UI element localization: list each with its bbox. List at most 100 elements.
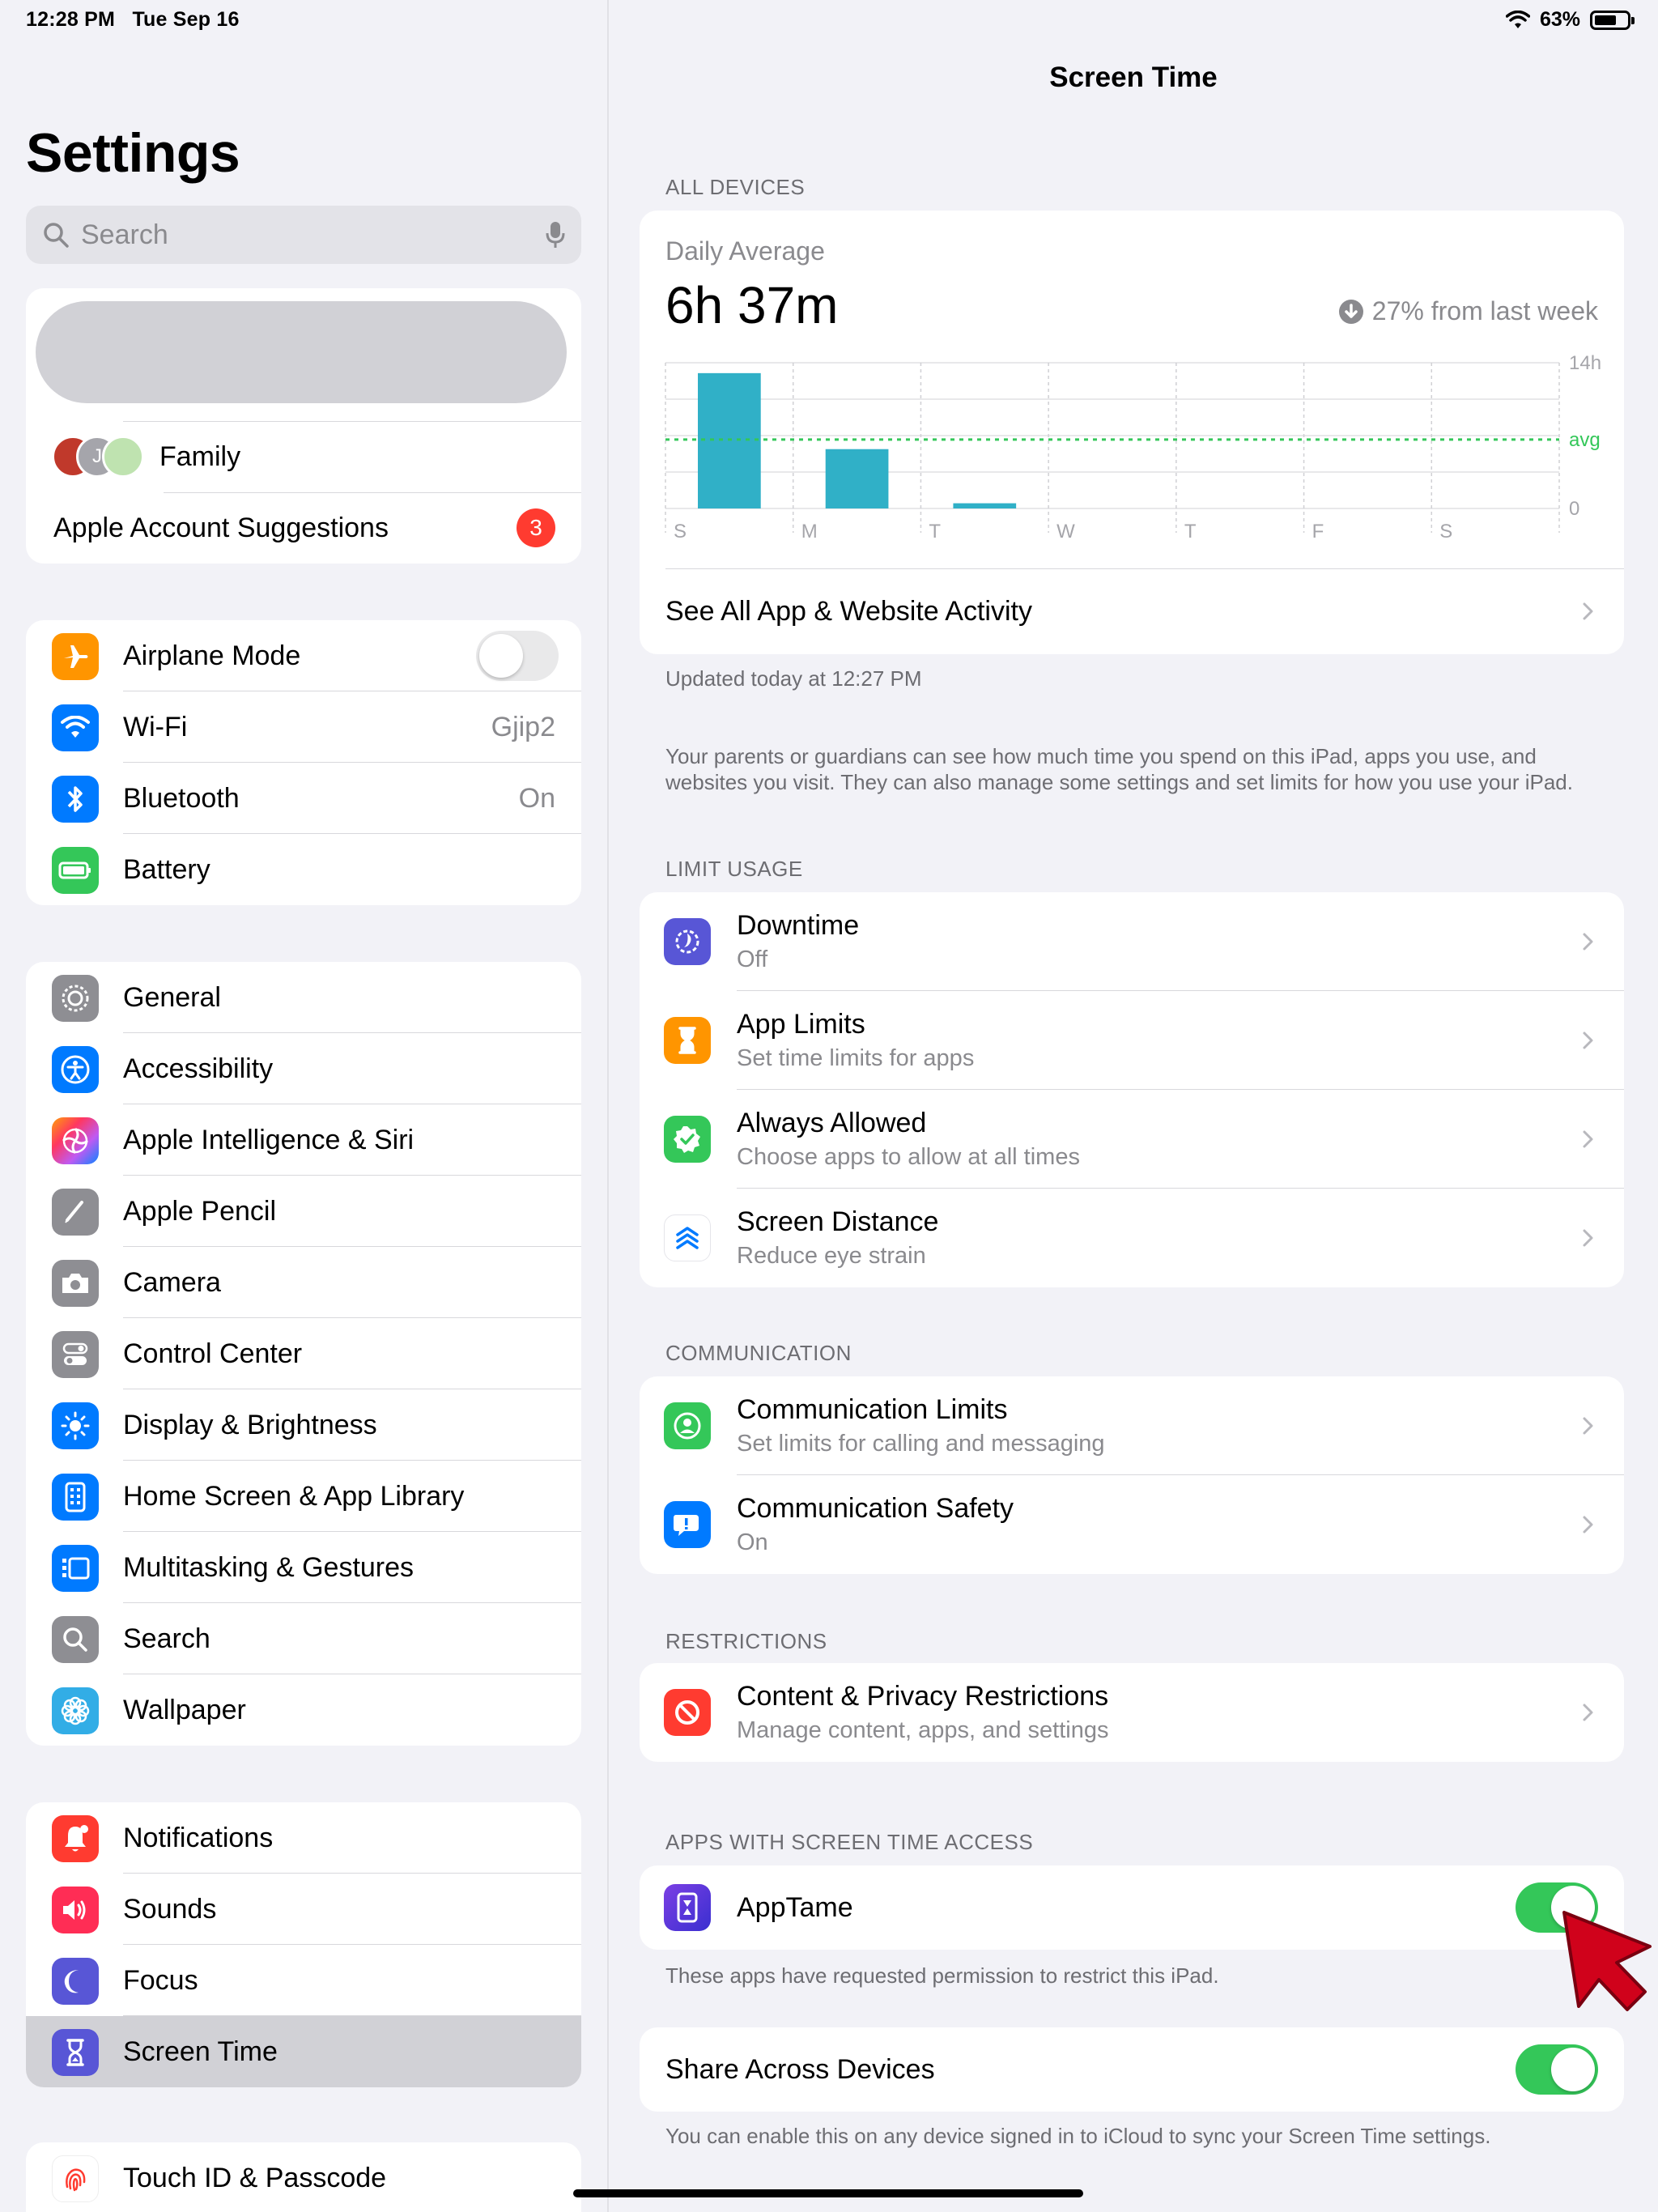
pencil-icon (52, 1189, 99, 1236)
chart-y-tick-label: 0 (1569, 498, 1579, 520)
sidebar-item-apple-intelligence-siri[interactable]: Apple Intelligence & Siri (26, 1104, 581, 1176)
sidebar-item-label: Accessibility (123, 1053, 274, 1084)
row-title: App Limits (737, 1009, 865, 1040)
sidebar-item-label: Display & Brightness (123, 1409, 377, 1440)
brightness-icon (52, 1402, 99, 1449)
chart-day-label: S (1439, 521, 1452, 542)
sidebar-item-camera[interactable]: Camera (26, 1247, 581, 1318)
chevron-right-icon (1583, 1130, 1593, 1148)
screen-distance-row[interactable]: Screen Distance Reduce eye strain (640, 1189, 1624, 1287)
communication-limits-row[interactable]: Communication Limits Set limits for call… (640, 1376, 1624, 1475)
sidebar-item-label: Camera (123, 1266, 221, 1298)
row-title: Always Allowed (737, 1108, 927, 1138)
section-header-communication: COMMUNICATION (665, 1341, 852, 1365)
see-all-activity-row[interactable]: See All App & Website Activity (640, 569, 1624, 653)
apptame-icon (664, 1884, 711, 1931)
chevron-right-icon (1583, 1032, 1593, 1049)
sidebar-item-label: Search (123, 1623, 210, 1654)
row-subtitle: Choose apps to allow at all times (737, 1144, 1080, 1170)
family-row[interactable]: J Family (26, 421, 581, 492)
battery-percentage: 63% (1539, 8, 1580, 31)
section-header-limit-usage: LIMIT USAGE (665, 857, 803, 881)
bell-icon (52, 1815, 99, 1862)
share-across-devices-note: You can enable this on any device signed… (665, 2124, 1491, 2148)
restrictions-card: Content & Privacy Restrictions Manage co… (640, 1663, 1624, 1762)
suggestions-badge-count: 3 (529, 515, 542, 540)
search-placeholder: Search (81, 219, 168, 250)
content-privacy-restrictions-row[interactable]: Content & Privacy Restrictions Manage co… (640, 1663, 1624, 1762)
sidebar-item-label: Wi-Fi (123, 711, 188, 742)
search-field[interactable]: Search (26, 206, 581, 264)
sidebar-item-multitasking-gestures[interactable]: Multitasking & Gestures (26, 1532, 581, 1603)
search-settings-icon (52, 1616, 99, 1663)
sidebar-item-apple-pencil[interactable]: Apple Pencil (26, 1176, 581, 1247)
sidebar-title: Settings (26, 122, 240, 184)
row-subtitle: Set limits for calling and messaging (737, 1431, 1105, 1457)
sidebar-item-accessibility[interactable]: Accessibility (26, 1033, 581, 1104)
sidebar-item-label: General (123, 981, 221, 1013)
share-across-devices-toggle[interactable] (1516, 2044, 1598, 2095)
sidebar-item-bluetooth[interactable]: Bluetooth On (26, 763, 581, 834)
home-indicator[interactable] (573, 2189, 1083, 2197)
apple-account-suggestions-row[interactable]: Apple Account Suggestions 3 (26, 492, 581, 564)
sidebar-item-label: Battery (123, 853, 210, 885)
sidebar-item-airplane-mode[interactable]: Airplane Mode (26, 620, 581, 691)
accessibility-icon (52, 1046, 99, 1093)
search-icon (44, 223, 69, 248)
sidebar-item-home-screen-app-library[interactable]: Home Screen & App Library (26, 1461, 581, 1532)
sidebar-item-battery[interactable]: Battery (26, 834, 581, 905)
sidebar-item-label: Sounds (123, 1893, 217, 1925)
sidebar-item-control-center[interactable]: Control Center (26, 1318, 581, 1389)
app-limits-row[interactable]: App Limits Set time limits for apps (640, 991, 1624, 1090)
control-center-icon (52, 1331, 99, 1378)
sidebar-item-wifi[interactable]: Wi-Fi Gjip2 (26, 691, 581, 763)
weekly-usage-chart: S M T W T F S 14h avg 0 (665, 355, 1601, 542)
sidebar-item-label: Apple Pencil (123, 1195, 277, 1227)
fingerprint-icon (52, 2155, 99, 2202)
system-group: General Accessibility Apple Intelligence… (26, 962, 581, 1746)
communication-safety-row[interactable]: Communication Safety On (640, 1475, 1624, 1574)
sidebar-item-general[interactable]: General (26, 962, 581, 1033)
battery-status-icon (1590, 10, 1635, 30)
account-banner[interactable] (36, 301, 567, 403)
row-title: Communication Limits (737, 1394, 1008, 1425)
bluetooth-icon (52, 776, 99, 823)
downtime-row[interactable]: Downtime Off (640, 892, 1624, 991)
downtime-icon (664, 918, 711, 965)
chart-day-label: T (929, 521, 941, 542)
wallpaper-icon (52, 1687, 99, 1734)
suggestions-badge: 3 (517, 508, 555, 547)
trend-text: 27% from last week (1371, 296, 1598, 325)
sidebar-item-focus[interactable]: Focus (26, 1945, 581, 2016)
sidebar-item-label: Control Center (123, 1338, 303, 1369)
airplane-mode-toggle[interactable] (476, 631, 559, 681)
sidebar-item-touch-id-passcode[interactable]: Touch ID & Passcode (26, 2142, 581, 2212)
row-title: Downtime (737, 910, 860, 941)
sidebar-item-sounds[interactable]: Sounds (26, 1874, 581, 1945)
wifi-status-icon (1505, 10, 1530, 28)
wifi-network-value: Gjip2 (491, 711, 555, 742)
see-all-activity-label: See All App & Website Activity (665, 595, 1032, 627)
row-title: Screen Distance (737, 1206, 939, 1237)
sidebar-item-search[interactable]: Search (26, 1603, 581, 1674)
row-subtitle: Off (737, 946, 768, 972)
sidebar-item-wallpaper[interactable]: Wallpaper (26, 1674, 581, 1746)
speaker-icon (52, 1887, 99, 1933)
sidebar-item-label: Notifications (123, 1822, 274, 1853)
sidebar-item-screen-time[interactable]: Screen Time (26, 2016, 581, 2087)
chevron-right-icon (1583, 602, 1593, 620)
always-allowed-row[interactable]: Always Allowed Choose apps to allow at a… (640, 1090, 1624, 1189)
row-title: Content & Privacy Restrictions (737, 1681, 1109, 1712)
connectivity-group: Airplane Mode Wi-Fi Gjip2 Bluetooth On B… (26, 620, 581, 905)
sidebar-item-display-brightness[interactable]: Display & Brightness (26, 1389, 581, 1461)
usage-summary-card: Daily Average 6h 37m 27% from last week … (640, 211, 1624, 654)
share-across-devices-row: Share Across Devices (640, 2027, 1624, 2112)
split-view-divider (607, 0, 609, 2212)
page-title: Screen Time (1049, 62, 1218, 93)
family-avatar-initial: J (92, 445, 102, 467)
microphone-icon[interactable] (546, 220, 565, 249)
chevron-right-icon (1583, 1516, 1593, 1534)
family-avatar-3 (102, 436, 144, 478)
sidebar-item-notifications[interactable]: Notifications (26, 1802, 581, 1874)
sidebar-item-label: Multitasking & Gestures (123, 1551, 414, 1583)
